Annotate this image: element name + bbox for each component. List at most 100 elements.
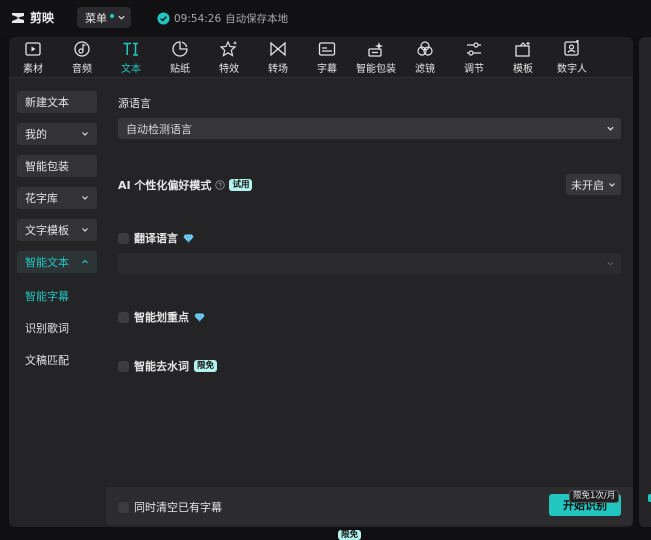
tab-subtitle-label: 字幕 (317, 64, 337, 75)
tab-adjust[interactable]: 调节 (451, 40, 497, 76)
tab-filter[interactable]: 滤镜 (402, 40, 448, 76)
tab-template-label: 模板 (513, 64, 533, 75)
translate-checkbox[interactable] (118, 232, 129, 244)
sidebar-item-label: 智能包装 (25, 160, 69, 173)
tab-filter-label: 滤镜 (415, 64, 435, 75)
translate-label: 翻译语言 (134, 232, 178, 245)
sidebar-item-label: 花字库 (25, 192, 58, 205)
source-language-label: 源语言 (118, 97, 151, 110)
clear-existing-checkbox[interactable] (118, 501, 129, 513)
chevron-down-icon (82, 132, 88, 136)
capcut-logo-icon (12, 12, 24, 23)
tab-audio-label: 音频 (72, 64, 92, 75)
template-icon (515, 41, 531, 57)
sidebar-item-mine[interactable]: 我的 (17, 123, 97, 145)
filter-icon (417, 41, 433, 56)
free-badge: 限免 (194, 360, 218, 372)
tab-text-label: 文本 (121, 64, 141, 75)
media-icon (25, 42, 41, 56)
tab-text[interactable]: 文本 (108, 40, 154, 76)
source-language-select[interactable]: 自动检测语言 (118, 118, 621, 139)
chevron-down-icon (609, 182, 615, 187)
save-text: 自动保存本地 (225, 13, 289, 25)
sidebar-item-new-text[interactable]: 新建文本 (17, 91, 97, 113)
transition-icon (270, 41, 286, 57)
free-limit-badge: 限免1次/月 (569, 490, 620, 503)
sidebar-item-label: 智能文本 (25, 256, 69, 269)
sidebar-subitem-smart-subtitle[interactable]: 智能字幕 (25, 288, 69, 304)
sidebar-item-label: 新建文本 (25, 96, 69, 109)
check-circle-icon (157, 12, 170, 25)
text-icon (123, 42, 138, 56)
sticker-icon (172, 41, 188, 57)
tab-digital-human[interactable]: 数字人 (549, 40, 595, 76)
chevron-down-icon (607, 261, 614, 266)
sidebar-item-smart-text[interactable]: 智能文本 (17, 251, 97, 273)
sidebar-item-label: 我的 (25, 128, 47, 141)
category-toolbar: 素材 音频 文本 贴纸 特效 转场 字幕 智能包装 滤镜 调节 模板 数字人 (9, 37, 633, 78)
trial-badge: 试用 (229, 179, 253, 191)
clear-existing-label: 同时清空已有字幕 (134, 501, 222, 514)
chevron-up-icon (82, 259, 88, 264)
sidebar-subitem-script-match[interactable]: 文稿匹配 (25, 352, 69, 368)
app-name: 剪映 (30, 11, 55, 25)
sidebar-item-label: 文字模板 (25, 224, 69, 237)
remove-filler-option[interactable]: 智能去水词 限免 (118, 358, 218, 374)
smart-package-icon (368, 42, 383, 57)
title-bar: 剪映 菜单 09:54:26 自动保存本地 (0, 0, 651, 36)
tab-sticker-label: 贴纸 (170, 64, 190, 75)
adjust-icon (467, 42, 481, 56)
tab-effects-label: 特效 (219, 64, 239, 75)
clear-existing-option[interactable]: 同时清空已有字幕 (118, 499, 222, 515)
sidebar-item-smart-package[interactable]: 智能包装 (17, 155, 97, 177)
tab-media-label: 素材 (23, 64, 43, 75)
chevron-down-icon (82, 228, 88, 232)
notification-dot (110, 13, 114, 18)
sidebar-item-text-template[interactable]: 文字模板 (17, 219, 97, 241)
right-panel-edge (639, 37, 651, 527)
app-logo: 剪映 (10, 9, 54, 26)
save-time: 09:54:26 (174, 12, 222, 25)
help-icon[interactable] (215, 180, 226, 190)
sidebar-item-font-library[interactable]: 花字库 (17, 187, 97, 209)
chevron-down-icon (607, 126, 614, 131)
ai-mode-label: AI 个性化偏好模式 (118, 179, 212, 192)
subtitle-icon (318, 42, 336, 56)
menu-label: 菜单 (85, 11, 107, 25)
diamond-vip-icon (183, 233, 194, 243)
highlight-label: 智能划重点 (134, 311, 189, 324)
digital-human-icon (564, 40, 579, 56)
ai-mode-select[interactable]: 未开启 (566, 174, 621, 195)
tab-sticker[interactable]: 贴纸 (157, 40, 203, 76)
ai-mode-value: 未开启 (571, 178, 604, 192)
tab-adjust-label: 调节 (464, 64, 484, 75)
ai-mode-row: AI 个性化偏好模式 试用 (118, 177, 253, 193)
save-status: 09:54:26 自动保存本地 (157, 11, 288, 26)
source-language-value: 自动检测语言 (126, 122, 192, 136)
menu-button[interactable]: 菜单 (77, 7, 131, 28)
tab-smart-package-label: 智能包装 (356, 64, 396, 75)
chevron-down-icon (118, 15, 125, 20)
text-panel: 素材 音频 文本 贴纸 特效 转场 字幕 智能包装 滤镜 调节 模板 数字人 新… (9, 37, 633, 527)
highlight-checkbox[interactable] (118, 311, 129, 323)
tab-digital-human-label: 数字人 (557, 64, 587, 75)
chevron-down-icon (82, 196, 88, 200)
effects-icon (220, 40, 237, 57)
highlight-option[interactable]: 智能划重点 (118, 309, 205, 325)
sidebar-subitem-lyrics[interactable]: 识别歌词 (25, 320, 69, 336)
tab-transition-label: 转场 (268, 64, 288, 75)
tab-effects[interactable]: 特效 (206, 40, 252, 76)
translate-option[interactable]: 翻译语言 (118, 230, 194, 246)
tab-transition[interactable]: 转场 (255, 40, 301, 76)
remove-filler-checkbox[interactable] (118, 360, 129, 372)
tab-media[interactable]: 素材 (10, 40, 56, 76)
remove-filler-label: 智能去水词 (134, 360, 189, 373)
audio-icon (74, 41, 90, 57)
translate-language-select[interactable] (118, 253, 621, 274)
bottom-action-bar: 同时清空已有字幕 开始识别 限免1次/月 (106, 487, 633, 525)
tab-audio[interactable]: 音频 (59, 40, 105, 76)
tab-smart-package[interactable]: 智能包装 (353, 40, 399, 76)
diamond-vip-icon (194, 312, 205, 322)
tab-subtitle[interactable]: 字幕 (304, 40, 350, 76)
tab-template[interactable]: 模板 (500, 40, 546, 76)
